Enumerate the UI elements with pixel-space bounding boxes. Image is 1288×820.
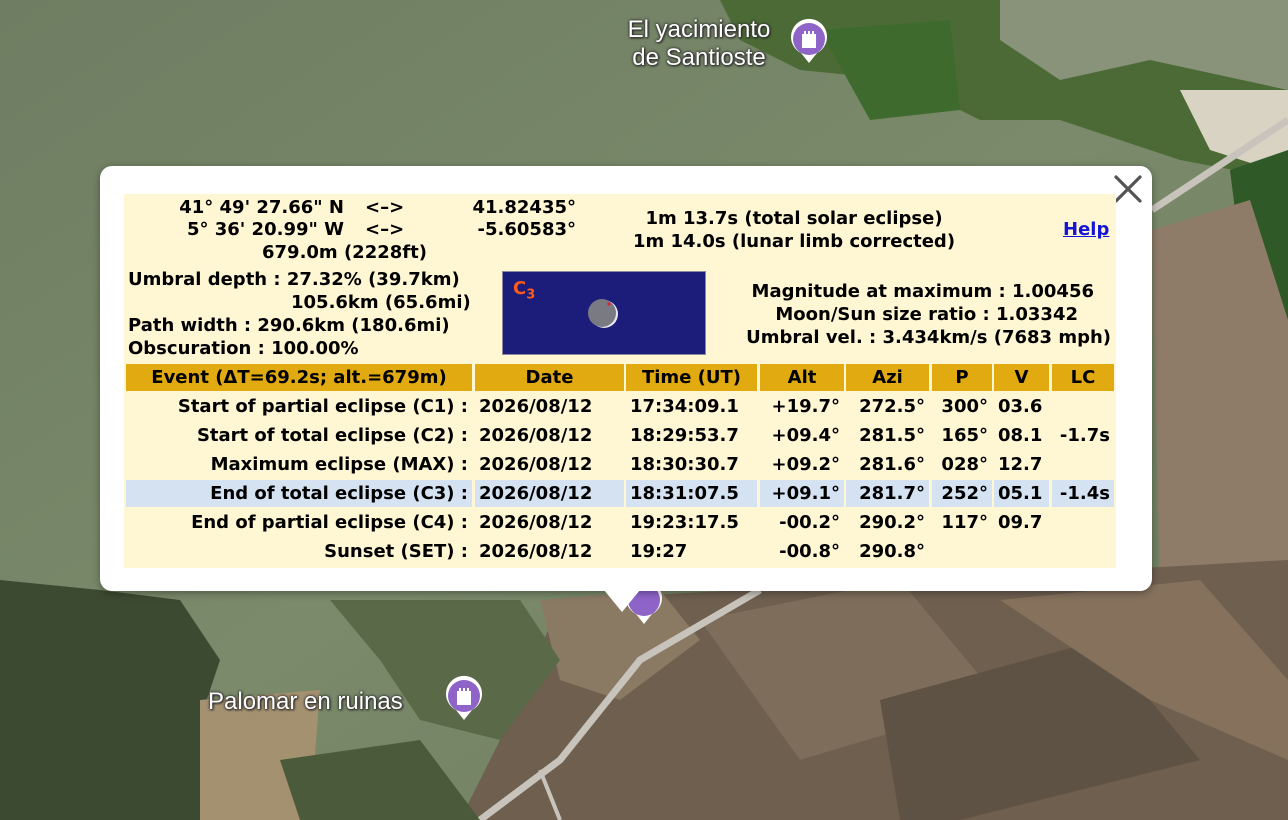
- longitude-decimal: -5.60583°: [477, 219, 576, 240]
- event-name: Sunset (SET) :: [324, 541, 468, 562]
- event-v: [994, 538, 1049, 565]
- header-alt: Alt: [760, 364, 844, 391]
- event-v: 08.1: [998, 425, 1043, 446]
- event-date: 2026/08/12: [479, 425, 593, 446]
- table-row: Start of partial eclipse (C1) : 2026/08/…: [124, 393, 1116, 422]
- place-label-palomar[interactable]: Palomar en ruinas: [208, 688, 403, 716]
- table-row: Sunset (SET) : 2026/08/12 19:27 -00.8° 2…: [124, 538, 1116, 567]
- event-p: 252°: [932, 480, 992, 507]
- event-lc: [1052, 538, 1114, 565]
- event-alt: -00.8°: [779, 541, 840, 562]
- event-alt: +19.7°: [771, 396, 841, 417]
- event-azi: 281.7°: [846, 480, 929, 507]
- event-azi: 290.8°: [859, 541, 925, 562]
- place-label-line2: de Santioste: [632, 44, 766, 71]
- event-time: 19:27: [630, 541, 688, 562]
- place-label-line1: El yacimiento: [627, 16, 771, 43]
- event-alt: +09.2°: [771, 454, 841, 475]
- event-lc: [1052, 393, 1114, 420]
- event-p: 165°: [941, 425, 988, 446]
- event-name: End of total eclipse (C3) :: [126, 480, 472, 507]
- castle-marker-icon[interactable]: [789, 17, 829, 65]
- event-p: 028°: [941, 454, 988, 475]
- coord-arrow: <–>: [365, 197, 405, 218]
- event-date: 2026/08/12: [479, 454, 593, 475]
- table-header-row: Event (ΔT=69.2s; alt.=679m) Date Time (U…: [124, 364, 1116, 393]
- event-lc: [1052, 451, 1114, 478]
- event-p: 300°: [941, 396, 988, 417]
- header-v: V: [994, 364, 1049, 391]
- event-p: [932, 538, 992, 565]
- obscuration: Obscuration : 100.00%: [128, 338, 359, 359]
- latitude-decimal: 41.82435°: [472, 197, 576, 218]
- event-lc: -1.7s: [1059, 425, 1110, 446]
- event-name: Start of partial eclipse (C1) :: [177, 396, 468, 417]
- event-time: 17:34:09.1: [630, 396, 739, 417]
- event-name: Maximum eclipse (MAX) :: [210, 454, 468, 475]
- umbral-velocity: Umbral vel. : 3.434km/s (7683 mph): [746, 327, 1111, 348]
- place-label-santioste[interactable]: El yacimiento de Santioste: [614, 16, 784, 72]
- event-alt: +09.1°: [760, 480, 844, 507]
- latitude-dms: 41° 49' 27.66" N: [179, 197, 344, 218]
- header-time: Time (UT): [626, 364, 757, 391]
- coord-arrow: <–>: [365, 219, 405, 240]
- magnitude-max: Magnitude at maximum : 1.00456: [751, 281, 1094, 302]
- size-ratio: Moon/Sun size ratio : 1.03342: [775, 304, 1078, 325]
- contact-letter: C: [513, 278, 527, 299]
- event-name: Start of total eclipse (C2) :: [196, 425, 468, 446]
- event-time: 18:29:53.7: [630, 425, 739, 446]
- path-width: Path width : 290.6km (180.6mi): [128, 315, 450, 336]
- total-duration: 1m 13.7s (total solar eclipse): [645, 208, 943, 229]
- moon-disk-icon: [588, 299, 618, 328]
- event-v: 03.6: [998, 396, 1043, 417]
- event-time: 18:31:07.5: [626, 480, 757, 507]
- event-lc: -1.4s: [1052, 480, 1114, 507]
- table-row-highlighted: End of total eclipse (C3) : 2026/08/12 1…: [124, 480, 1116, 509]
- header-azi: Azi: [846, 364, 929, 391]
- table-row: End of partial eclipse (C4) : 2026/08/12…: [124, 509, 1116, 538]
- event-azi: 272.5°: [859, 396, 925, 417]
- event-azi: 281.6°: [859, 454, 925, 475]
- table-row: Start of total eclipse (C2) : 2026/08/12…: [124, 422, 1116, 451]
- header-date: Date: [475, 364, 624, 391]
- header-p: P: [932, 364, 992, 391]
- event-v: 12.7: [998, 454, 1043, 475]
- event-azi: 290.2°: [859, 512, 925, 533]
- castle-marker-icon[interactable]: [444, 674, 484, 722]
- event-time: 19:23:17.5: [630, 512, 739, 533]
- event-date: 2026/08/12: [475, 480, 624, 507]
- event-name: End of partial eclipse (C4) :: [191, 512, 468, 533]
- event-alt: +09.4°: [771, 425, 841, 446]
- eclipse-info-panel: 41° 49' 27.66" N 5° 36' 20.99" W <–> <–>…: [124, 194, 1116, 568]
- popup-tail: [604, 590, 640, 612]
- event-lc: [1052, 509, 1114, 536]
- longitude-dms: 5° 36' 20.99" W: [186, 219, 344, 240]
- help-link[interactable]: Help: [1063, 219, 1109, 240]
- umbral-depth-km: 105.6km (65.6mi): [291, 292, 471, 313]
- elevation: 679.0m (2228ft): [262, 242, 427, 263]
- event-date: 2026/08/12: [479, 541, 593, 562]
- event-p: 117°: [941, 512, 988, 533]
- limb-corrected-duration: 1m 14.0s (lunar limb corrected): [632, 231, 956, 252]
- event-azi: 281.5°: [859, 425, 925, 446]
- contact-label: C3: [513, 278, 535, 303]
- event-v: 05.1: [994, 480, 1049, 507]
- table-row: Maximum eclipse (MAX) : 2026/08/12 18:30…: [124, 451, 1116, 480]
- header-lc: LC: [1052, 364, 1114, 391]
- contact-subscript: 3: [526, 287, 536, 303]
- umbral-depth: Umbral depth : 27.32% (39.7km): [128, 269, 460, 290]
- eclipse-contact-image: C3: [502, 271, 706, 355]
- event-v: 09.7: [998, 512, 1043, 533]
- event-time: 18:30:30.7: [630, 454, 739, 475]
- event-alt: -00.2°: [779, 512, 840, 533]
- header-event: Event (ΔT=69.2s; alt.=679m): [126, 364, 472, 391]
- event-date: 2026/08/12: [479, 396, 593, 417]
- event-date: 2026/08/12: [479, 512, 593, 533]
